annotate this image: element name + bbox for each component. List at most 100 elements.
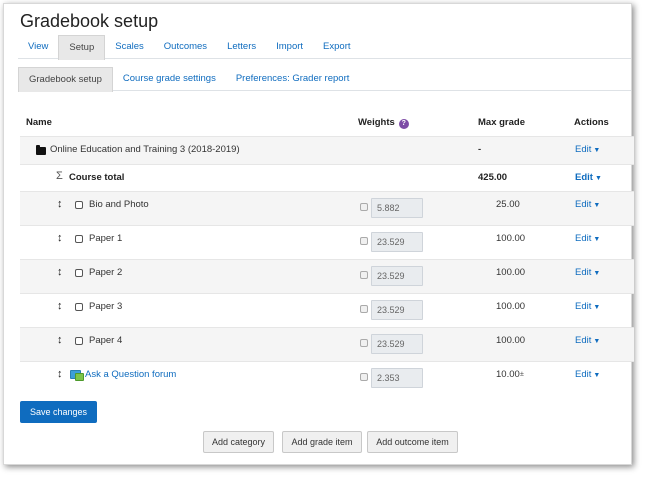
table-row: ↕ Paper 4 23.529 100.00 Edit ▼ — [20, 327, 634, 361]
tab-outcomes[interactable]: Outcomes — [154, 35, 217, 58]
table-row: ↕ Paper 2 23.529 100.00 Edit ▼ — [20, 259, 634, 293]
add-grade-item-button[interactable]: Add grade item — [282, 431, 362, 453]
category-edit-menu[interactable]: Edit ▼ — [575, 144, 600, 155]
weight-override-checkbox[interactable] — [360, 305, 368, 313]
table-header: Name Weights? Max grade Actions — [20, 110, 634, 136]
table-row: ↕ Bio and Photo 5.882 25.00 Edit ▼ — [20, 191, 634, 225]
edit-label: Edit — [575, 233, 592, 244]
weight-override-checkbox[interactable] — [360, 203, 368, 211]
weight-override-checkbox[interactable] — [360, 271, 368, 279]
item-edit-menu[interactable]: Edit ▼ — [575, 369, 600, 380]
weight-field[interactable]: 23.529 — [371, 266, 423, 286]
weight-override-checkbox[interactable] — [360, 373, 368, 381]
edit-label: Edit — [575, 144, 592, 155]
course-total-max-grade: 425.00 — [478, 172, 508, 183]
item-max-grade: 100.00 — [496, 335, 526, 346]
course-total-row: Σ Course total 425.00 Edit ▼ — [20, 164, 634, 191]
item-max-grade: 100.00 — [496, 233, 526, 244]
item-name: Paper 4 — [89, 335, 123, 346]
item-max-grade: 100.00 — [496, 267, 526, 278]
item-max-grade: 10.00 — [496, 369, 520, 380]
chevron-down-icon: ▼ — [593, 338, 601, 345]
move-icon[interactable]: ↕ — [57, 334, 63, 346]
weight-field[interactable]: 23.529 — [371, 300, 423, 320]
move-icon[interactable]: ↕ — [57, 368, 63, 380]
category-row: Online Education and Training 3 (2018-20… — [20, 136, 634, 164]
primary-tabs: View Setup Scales Outcomes Letters Impor… — [18, 35, 631, 60]
tab-scales[interactable]: Scales — [105, 35, 154, 58]
move-icon[interactable]: ↕ — [57, 300, 63, 312]
tab-gradebook-setup[interactable]: Gradebook setup — [18, 67, 113, 92]
item-edit-menu[interactable]: Edit ▼ — [575, 199, 600, 210]
header-weights-label: Weights — [358, 117, 395, 128]
weight-field[interactable]: 23.529 — [371, 334, 423, 354]
chevron-down-icon: ▼ — [593, 236, 601, 243]
weight-override-checkbox[interactable] — [360, 339, 368, 347]
header-name: Name — [26, 117, 52, 128]
page-title: Gradebook setup — [20, 11, 159, 31]
tab-export[interactable]: Export — [313, 35, 360, 58]
folder-icon — [36, 145, 46, 155]
weight-field[interactable]: 5.882 — [371, 198, 423, 218]
header-actions: Actions — [574, 117, 609, 128]
sigma-icon: Σ — [56, 170, 63, 182]
chevron-down-icon: ▼ — [594, 175, 602, 182]
chevron-down-icon: ▼ — [593, 202, 601, 209]
item-edit-menu[interactable]: Edit ▼ — [575, 267, 600, 278]
secondary-tabs: Gradebook setup Course grade settings Pr… — [18, 67, 631, 92]
add-outcome-item-button[interactable]: Add outcome item — [367, 431, 458, 453]
table-row: ↕ Ask a Question forum 2.353 10.00 ± Edi… — [20, 361, 634, 395]
chevron-down-icon: ▼ — [593, 147, 601, 154]
move-icon[interactable]: ↕ — [57, 198, 63, 210]
item-edit-menu[interactable]: Edit ▼ — [575, 335, 600, 346]
save-changes-button[interactable]: Save changes — [20, 401, 97, 423]
chevron-down-icon: ▼ — [593, 304, 601, 311]
help-icon[interactable]: ? — [398, 119, 409, 129]
select-checkbox[interactable] — [75, 201, 83, 209]
tab-setup[interactable]: Setup — [58, 35, 106, 60]
table-row: ↕ Paper 1 23.529 100.00 Edit ▼ — [20, 225, 634, 259]
forum-icon — [70, 370, 84, 381]
weight-field[interactable]: 2.353 — [371, 368, 423, 388]
select-checkbox[interactable] — [75, 269, 83, 277]
move-icon[interactable]: ↕ — [57, 266, 63, 278]
item-name: Bio and Photo — [89, 199, 149, 210]
category-name: Online Education and Training 3 (2018-20… — [50, 144, 240, 155]
move-icon[interactable]: ↕ — [57, 232, 63, 244]
tab-letters[interactable]: Letters — [217, 35, 266, 58]
chevron-down-icon: ▼ — [593, 372, 601, 379]
item-edit-menu[interactable]: Edit ▼ — [575, 301, 600, 312]
select-checkbox[interactable] — [75, 235, 83, 243]
plus-minus-icon: ± — [520, 371, 524, 378]
tab-view[interactable]: View — [18, 35, 58, 58]
item-max-grade: 25.00 — [496, 199, 520, 210]
gradebook-table: Name Weights? Max grade Actions Online E… — [20, 110, 634, 395]
chevron-down-icon: ▼ — [593, 270, 601, 277]
course-total-edit-menu[interactable]: Edit ▼ — [575, 172, 602, 183]
edit-label: Edit — [575, 369, 592, 380]
gradebook-window: Gradebook setup View Setup Scales Outcom… — [3, 3, 634, 465]
item-name-link[interactable]: Ask a Question forum — [85, 369, 176, 380]
edit-label: Edit — [575, 267, 592, 278]
select-checkbox[interactable] — [75, 337, 83, 345]
edit-label: Edit — [575, 301, 592, 312]
tab-import[interactable]: Import — [266, 35, 313, 58]
item-name: Paper 1 — [89, 233, 123, 244]
header-max-grade: Max grade — [478, 117, 525, 128]
tab-preferences-grader-report[interactable]: Preferences: Grader report — [226, 67, 360, 90]
tab-course-grade-settings[interactable]: Course grade settings — [113, 67, 226, 90]
edit-label: Edit — [575, 199, 592, 210]
item-name: Paper 3 — [89, 301, 123, 312]
item-max-grade: 100.00 — [496, 301, 526, 312]
select-checkbox[interactable] — [75, 303, 83, 311]
category-max-grade: - — [478, 144, 482, 155]
header-weights: Weights? — [358, 117, 409, 129]
edit-label: Edit — [575, 335, 592, 346]
weight-field[interactable]: 23.529 — [371, 232, 423, 252]
item-edit-menu[interactable]: Edit ▼ — [575, 233, 600, 244]
weight-override-checkbox[interactable] — [360, 237, 368, 245]
course-total-name: Course total — [69, 172, 125, 183]
edit-label: Edit — [575, 172, 593, 183]
add-category-button[interactable]: Add category — [203, 431, 274, 453]
item-name: Paper 2 — [89, 267, 123, 278]
